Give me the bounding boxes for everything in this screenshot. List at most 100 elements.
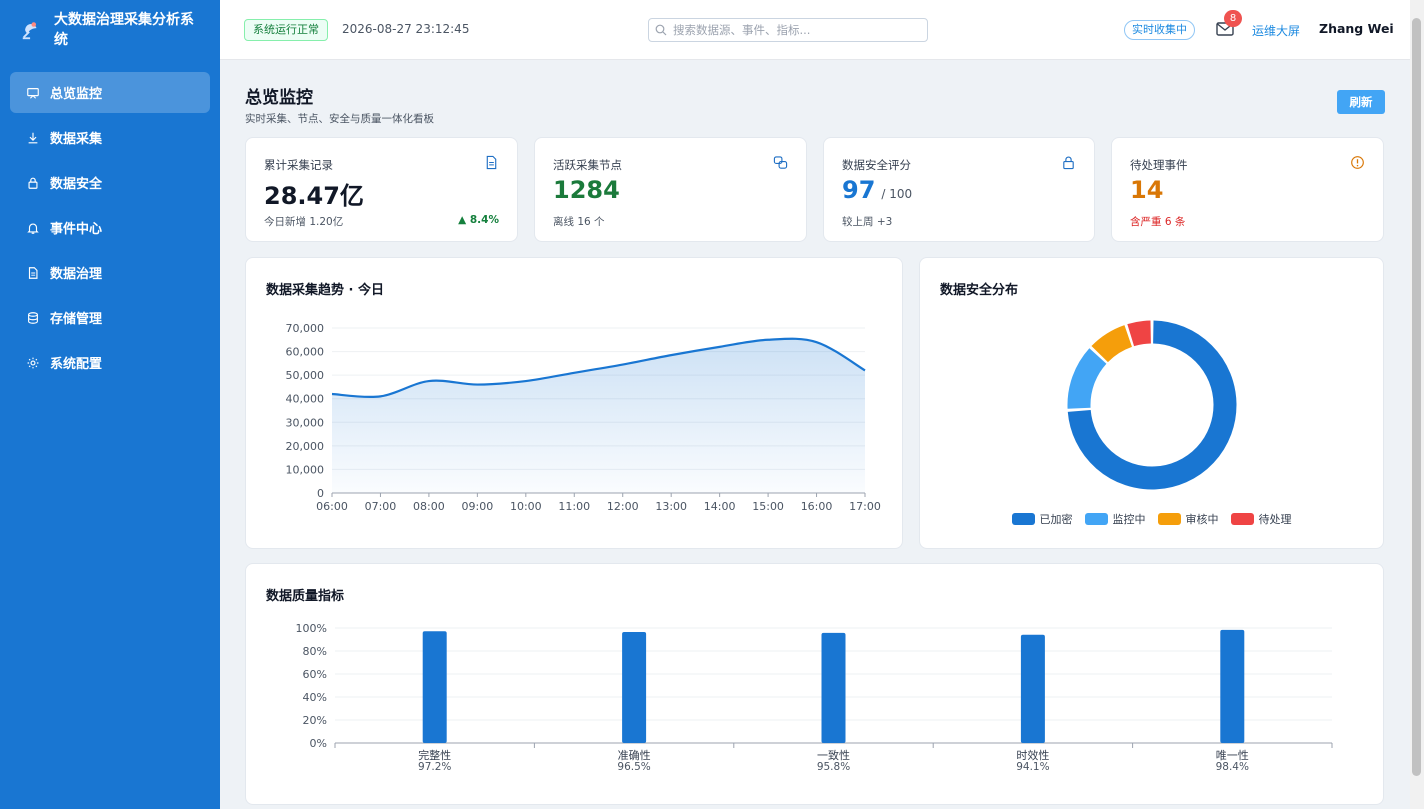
y-tick-label: 0% — [310, 737, 327, 750]
kpi-card-pending-events: 待处理事件 14 含严重 6 条 — [1111, 137, 1384, 242]
legend-item[interactable]: 监控中 — [1084, 511, 1146, 527]
kpi-footnote: 较上周 +3 — [842, 216, 893, 228]
quality-bar-chart: 0% 20% 40% 60% 80% 100% 完整性97.2% 准确性96.5% 一致性95.… — [296, 622, 1333, 773]
system-status-badge: 系统运行正常 — [244, 19, 328, 41]
bar-value-label: 96.5% — [617, 761, 650, 773]
kpi-card-records: 累计采集记录 28.47亿 今日新增 1.20亿 ▲ 8.4% — [245, 137, 518, 242]
kpi-number: 14 — [1130, 176, 1164, 204]
legend-item[interactable]: 待处理 — [1230, 511, 1292, 527]
legend-swatch — [1230, 513, 1254, 525]
y-tick-label: 60% — [303, 668, 327, 681]
legend-item[interactable]: 审核中 — [1157, 511, 1219, 527]
x-tick-label: 时效性 — [1016, 748, 1049, 762]
trend-area — [332, 338, 865, 493]
monitor-icon — [27, 87, 39, 99]
x-tick-label: 12:00 — [607, 500, 639, 513]
kpi-value: 1284 — [553, 176, 620, 204]
sidebar-item-collection[interactable]: 数据采集 — [10, 117, 210, 158]
legend-swatch — [1157, 513, 1181, 525]
sidebar-item-security[interactable]: 数据安全 — [10, 162, 210, 203]
topbar: 系统运行正常 2026-08-27 23:12:45 实时收集中 8 运维大屏 … — [220, 0, 1410, 60]
page-subtitle: 实时采集、节点、安全与质量一体化看板 — [245, 113, 434, 125]
bar-value-label: 98.4% — [1216, 761, 1249, 773]
sidebar-item-label: 事件中心 — [50, 222, 103, 237]
kpi-label: 待处理事件 — [1130, 158, 1188, 172]
nodes-icon — [773, 156, 788, 169]
kpi-label: 活跃采集节点 — [553, 158, 622, 172]
x-tick-label: 11:00 — [558, 500, 590, 513]
y-tick-label: 60,000 — [286, 346, 325, 359]
kpi-number: 28.47亿 — [264, 182, 364, 210]
mail-count-badge: 8 — [1224, 10, 1242, 27]
kpi-card-nodes: 活跃采集节点 1284 离线 16 个 — [534, 137, 807, 242]
security-donut-chart — [1067, 320, 1237, 490]
sidebar-item-overview[interactable]: 总览监控 — [10, 72, 210, 113]
legend-label: 监控中 — [1112, 513, 1146, 526]
gear-icon — [27, 357, 39, 368]
sidebar-item-label: 数据采集 — [50, 132, 103, 147]
refresh-button[interactable]: 刷新 — [1337, 90, 1385, 114]
search-icon — [655, 24, 667, 36]
lock-icon — [28, 177, 38, 189]
sidebar-item-label: 数据安全 — [50, 177, 103, 192]
sidebar: 大数据治理采集分析系统 总览监控 数据采集 数据安全 事件中心 数据治理 存储管… — [0, 0, 220, 809]
quality-bar — [1220, 629, 1245, 743]
kpi-value: 28.47亿 — [264, 176, 364, 211]
security-chart-card: 数据安全分布 已加密 监控中 审核中 待处理 — [919, 257, 1384, 549]
quality-chart-card: 数据质量指标 0% 20% 40% 60% 80% 100% 完整性 97.2% 准确性 96.5… — [245, 563, 1384, 805]
live-collection-badge[interactable]: 实时收集中 — [1124, 20, 1195, 40]
user-name[interactable]: Zhang Wei — [1319, 21, 1394, 36]
sidebar-item-label: 系统配置 — [50, 357, 103, 372]
download-icon — [28, 132, 38, 143]
donut-slice — [1067, 348, 1107, 409]
kpi-footnote: 含严重 6 条 — [1130, 216, 1186, 228]
x-tick-label: 08:00 — [413, 500, 445, 513]
legend-item[interactable]: 已加密 — [1011, 511, 1073, 527]
y-tick-label: 80% — [303, 645, 327, 658]
trend-chart: 0 10,000 20,000 30,000 40,000 50,000 60,000 70,… — [286, 322, 881, 513]
sidebar-item-label: 总览监控 — [50, 87, 103, 102]
kpi-number: 1284 — [553, 176, 620, 204]
y-tick-label: 70,000 — [286, 322, 325, 335]
scrollbar-thumb[interactable] — [1412, 18, 1421, 776]
x-tick-label: 06:00 — [316, 500, 348, 513]
y-tick-label: 30,000 — [286, 416, 325, 429]
y-tick-label: 40% — [303, 691, 327, 704]
x-tick-label: 13:00 — [655, 500, 687, 513]
sidebar-item-settings[interactable]: 系统配置 — [10, 342, 210, 383]
y-tick-label: 0 — [317, 487, 324, 500]
x-tick-label: 09:00 — [462, 500, 494, 513]
lock-icon — [1063, 156, 1074, 170]
x-tick-label: 15:00 — [752, 500, 784, 513]
x-tick-label: 准确性 — [618, 748, 651, 762]
database-icon — [28, 311, 38, 324]
x-tick-label: 唯一性 — [1216, 748, 1249, 762]
brand: 大数据治理采集分析系统 — [0, 0, 220, 60]
y-tick-label: 40,000 — [286, 393, 325, 406]
quality-bar — [622, 632, 647, 743]
kpi-card-security-score: 数据安全评分 97 / 100 较上周 +3 — [823, 137, 1095, 242]
sidebar-item-label: 数据治理 — [50, 267, 103, 282]
y-tick-label: 10,000 — [286, 463, 325, 476]
x-tick-label: 16:00 — [801, 500, 833, 513]
search-input[interactable] — [673, 23, 913, 37]
document-icon — [486, 155, 497, 170]
search-box[interactable] — [648, 18, 928, 42]
sidebar-item-governance[interactable]: 数据治理 — [10, 252, 210, 293]
sidebar-nav: 总览监控 数据采集 数据安全 事件中心 数据治理 存储管理 系统配置 — [0, 60, 220, 399]
x-tick-label: 14:00 — [704, 500, 736, 513]
sidebar-item-label: 存储管理 — [50, 312, 103, 327]
ops-screen-link[interactable]: 运维大屏 — [1252, 22, 1300, 39]
bar-value-label: 97.2% — [418, 761, 451, 773]
sidebar-item-storage[interactable]: 存储管理 — [10, 297, 210, 338]
x-tick-label: 完整性 — [418, 748, 451, 762]
kpi-delta: ▲ 8.4% — [458, 214, 499, 226]
security-legend: 已加密 监控中 审核中 待处理 — [920, 511, 1383, 527]
sidebar-item-events[interactable]: 事件中心 — [10, 207, 210, 248]
legend-swatch — [1011, 513, 1035, 525]
page-title: 总览监控 — [245, 88, 313, 108]
trend-chart-card: 数据采集趋势 · 今日 0 10,000 20,000 30,000 40,000 50,… — [245, 257, 903, 549]
kpi-footnote: 今日新增 1.20亿 — [264, 216, 344, 228]
quality-bar — [821, 632, 846, 743]
x-tick-label: 17:00 — [849, 500, 881, 513]
